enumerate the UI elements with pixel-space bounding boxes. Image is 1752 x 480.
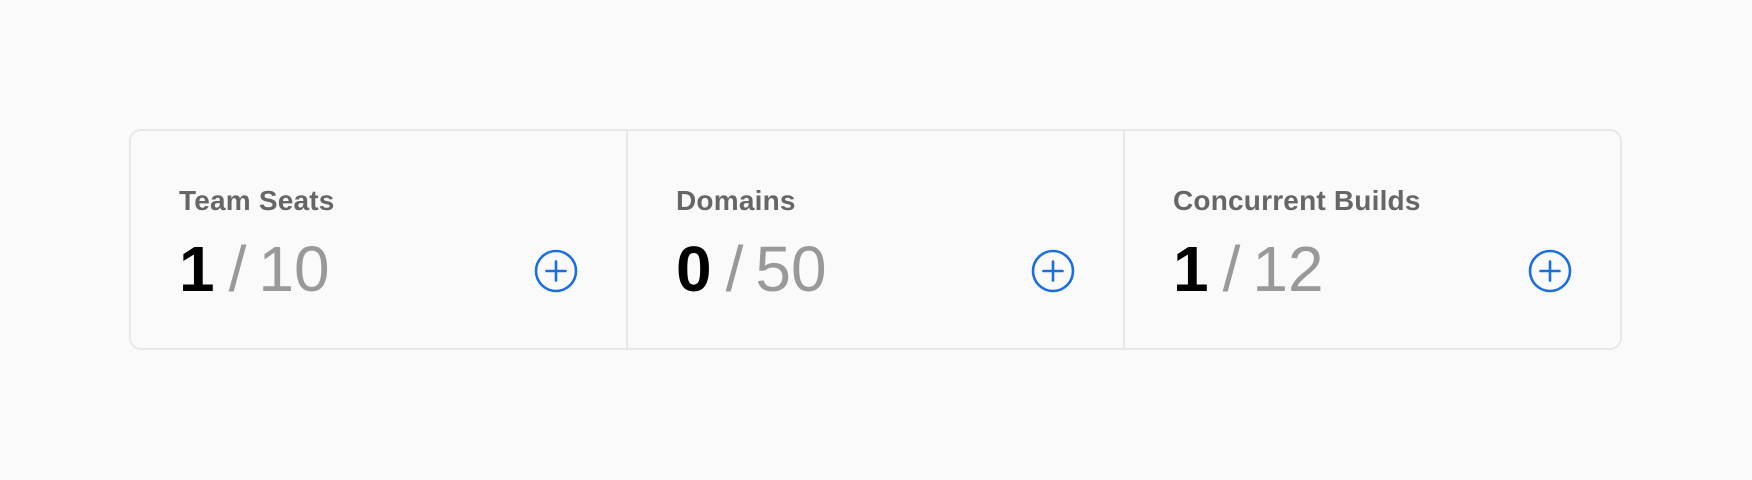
usage-limit-count: 50	[755, 233, 827, 305]
usage-used-count: 1	[1173, 233, 1209, 305]
usage-limit-count: 12	[1252, 233, 1324, 305]
usage-label: Domains	[676, 185, 796, 216]
plus-circle-icon	[1031, 249, 1075, 293]
plus-circle-icon	[1528, 249, 1572, 293]
usage-value: 1/10	[179, 237, 330, 301]
usage-separator: /	[1222, 233, 1241, 305]
usage-label: Concurrent Builds	[1173, 185, 1421, 216]
usage-separator: /	[228, 233, 247, 305]
usage-label: Team Seats	[179, 185, 335, 216]
usage-item-team-seats: Team Seats 1/10	[131, 131, 626, 348]
add-concurrent-builds-button[interactable]	[1528, 249, 1572, 293]
usage-used-count: 1	[179, 233, 215, 305]
usage-value: 1/12	[1173, 237, 1324, 301]
usage-item-domains: Domains 0/50	[626, 131, 1123, 348]
usage-value: 0/50	[676, 237, 827, 301]
usage-limit-count: 10	[258, 233, 330, 305]
usage-summary-card: Team Seats 1/10 Domains 0/50 Concurrent …	[129, 129, 1622, 350]
add-team-seats-button[interactable]	[534, 249, 578, 293]
usage-item-concurrent-builds: Concurrent Builds 1/12	[1123, 131, 1620, 348]
add-domains-button[interactable]	[1031, 249, 1075, 293]
plus-circle-icon	[534, 249, 578, 293]
usage-used-count: 0	[676, 233, 712, 305]
usage-separator: /	[725, 233, 744, 305]
